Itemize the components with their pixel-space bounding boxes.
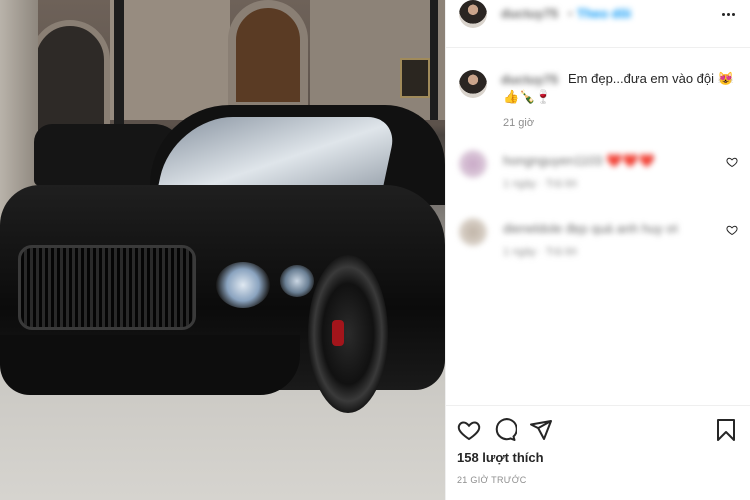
author-avatar[interactable]: [459, 0, 487, 28]
comment-text: dieneldole đẹp quá anh huy ơi: [503, 221, 678, 236]
comments-panel: ductuy75 • Theo dõi ductuy75 Em đẹp...đư…: [445, 0, 750, 500]
caption-time[interactable]: 21 giờ: [503, 117, 534, 129]
comment-meta[interactable]: 1 ngày · Trả lời: [503, 246, 577, 258]
save-bookmark-icon[interactable]: [714, 418, 738, 442]
comment-text: hongnguyen1103 ❤️❤️❤️: [503, 153, 655, 169]
post-image[interactable]: [0, 0, 445, 500]
comment-username[interactable]: dieneldole: [503, 221, 562, 236]
author-username[interactable]: ductuy75: [501, 6, 558, 21]
comment-meta[interactable]: 1 ngày · Trả lời: [503, 178, 577, 190]
header-separator: •: [568, 6, 573, 21]
black-sedan: [0, 105, 445, 413]
comment-item: hongnguyen1103 ❤️❤️❤️ 1 ngày · Trả lời: [446, 150, 750, 208]
comment-like-heart-icon[interactable]: [726, 224, 738, 236]
like-heart-icon[interactable]: [457, 418, 481, 442]
car-windshield: [157, 117, 398, 192]
caption-emojis: 👍🍾🍷: [503, 89, 552, 104]
building-plaque: [400, 58, 430, 98]
car-headlight-main: [216, 262, 270, 308]
caption-avatar[interactable]: [459, 70, 487, 98]
car-wheel: [308, 255, 388, 413]
post-timestamp[interactable]: 21 GIỜ TRƯỚC: [457, 475, 527, 485]
post-header: ductuy75 • Theo dõi: [446, 0, 750, 48]
follow-button[interactable]: Theo dõi: [577, 6, 631, 21]
more-dot: [731, 12, 735, 16]
building-door-arch: [228, 0, 308, 110]
comment-username[interactable]: hongnguyen1103: [503, 153, 603, 168]
comment-bubble-icon[interactable]: [493, 418, 517, 442]
comment-avatar[interactable]: [459, 218, 487, 246]
likes-count[interactable]: 158 lượt thích: [457, 450, 544, 465]
caption-username[interactable]: ductuy75: [501, 72, 558, 87]
comment-item: dieneldole đẹp quá anh huy ơi 1 ngày · T…: [446, 218, 750, 276]
post-actions: 158 lượt thích 21 GIỜ TRƯỚC: [446, 405, 750, 500]
comment-like-heart-icon[interactable]: [726, 156, 738, 168]
more-dot: [726, 12, 730, 16]
car-headlight-secondary: [280, 265, 314, 297]
share-paper-plane-icon[interactable]: [529, 418, 553, 442]
car-bumper: [0, 335, 300, 395]
building-wall: [110, 0, 230, 120]
comment-body: ❤️❤️❤️: [606, 153, 655, 168]
street-pole-right: [430, 0, 438, 120]
comment-avatar[interactable]: [459, 150, 487, 178]
caption-text: Em đẹp...đưa em vào đội 😻: [568, 71, 734, 86]
brake-caliper: [332, 320, 344, 346]
car-grille: [18, 245, 196, 330]
more-dot: [721, 12, 725, 16]
more-horizontal-icon[interactable]: [718, 4, 738, 24]
comment-body: đẹp quá anh huy ơi: [565, 221, 678, 236]
